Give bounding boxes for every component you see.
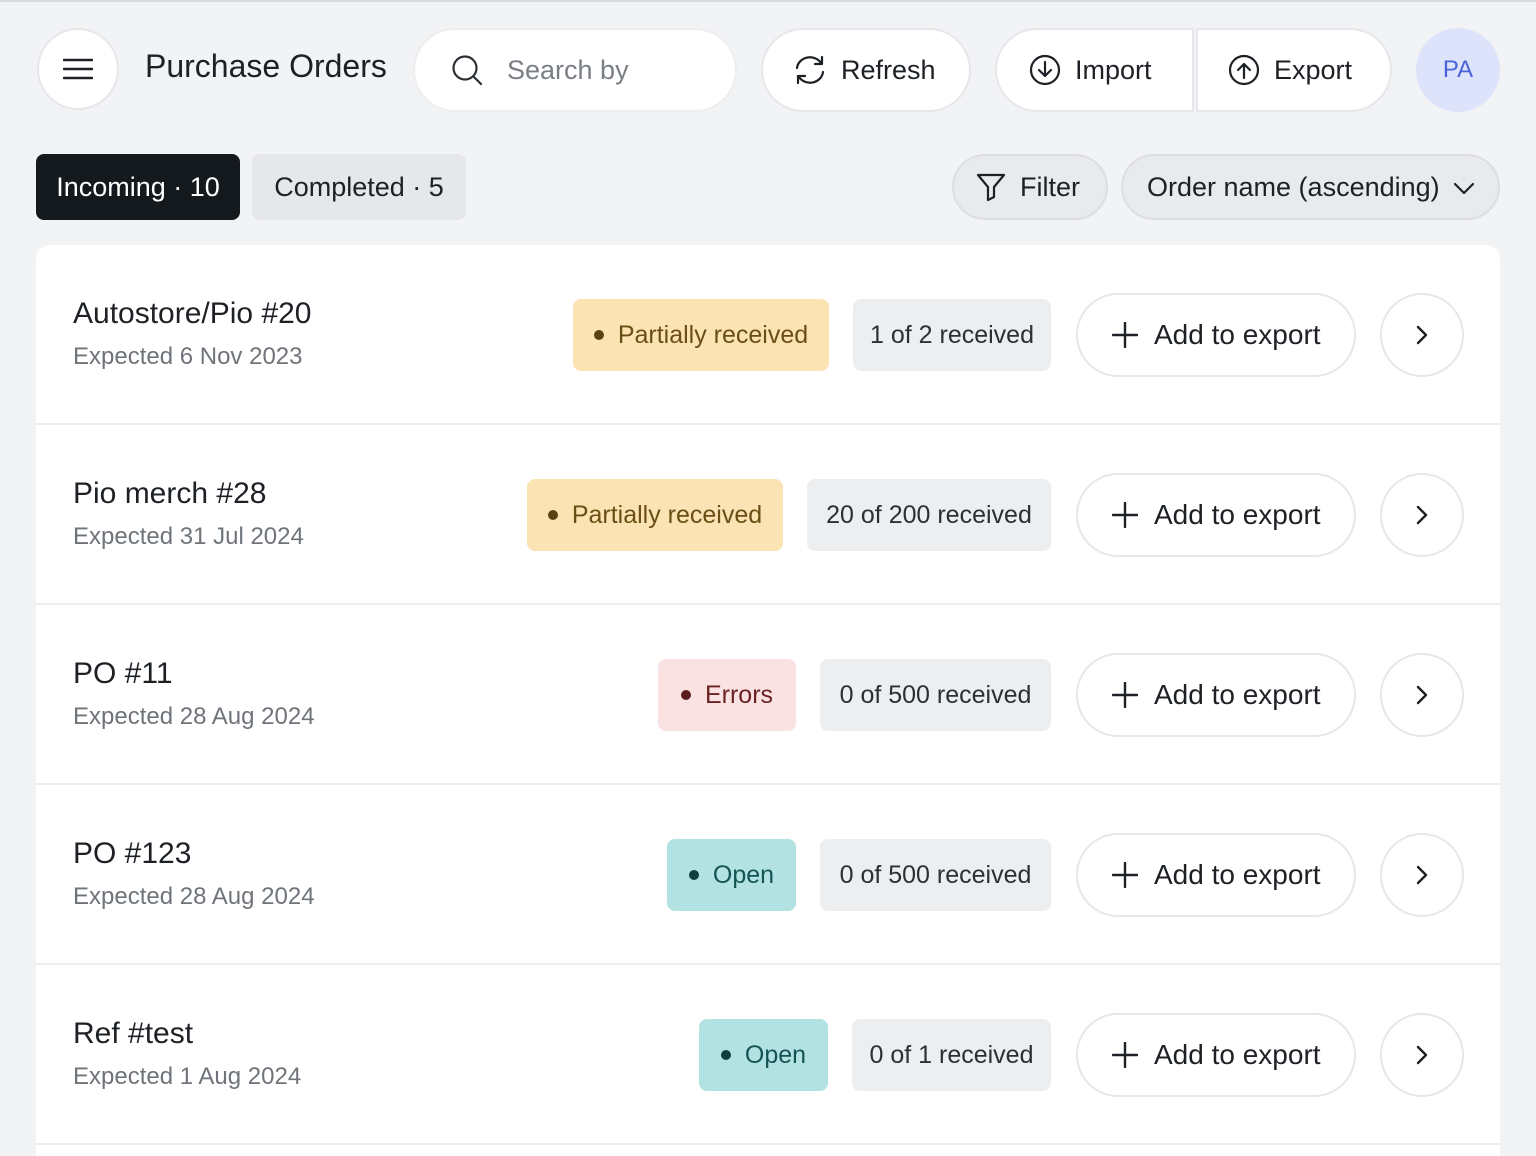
sort-dropdown[interactable]: Order name (ascending) [1121, 154, 1500, 220]
status-label: Partially received [617, 320, 809, 349]
tab-completed[interactable]: Completed · 5 [252, 154, 466, 220]
top-bar: Purchase Orders Refresh Import Export PA [0, 2, 1536, 138]
plus-icon [1112, 682, 1138, 708]
chevron-right-icon [1416, 505, 1428, 525]
status-badge: Partially received [573, 299, 829, 371]
export-icon [1228, 54, 1260, 86]
order-name: PO #11 [73, 657, 173, 690]
add-to-export-label: Add to export [1154, 499, 1321, 530]
add-to-export-label: Add to export [1154, 1039, 1321, 1070]
received-count-badge: 20 of 200 received [807, 479, 1051, 551]
filter-funnel-icon [976, 173, 1006, 202]
add-to-export-button[interactable]: Add to export [1076, 653, 1356, 737]
status-label: Partially received [571, 500, 763, 529]
status-label: Open [712, 860, 775, 889]
received-count-badge: 1 of 2 received [853, 299, 1051, 371]
order-expected-date: Expected 28 Aug 2024 [73, 883, 315, 910]
order-row[interactable]: PO #11 Expected 28 Aug 2024 Errors 0 of … [36, 605, 1500, 785]
hamburger-menu-icon [63, 58, 93, 80]
search-icon [452, 55, 483, 86]
received-count-badge: 0 of 500 received [820, 839, 1051, 911]
status-dot-icon [547, 510, 558, 520]
received-count-badge: 0 of 500 received [820, 659, 1051, 731]
plus-icon [1112, 862, 1138, 888]
search-box[interactable] [413, 28, 737, 112]
order-name: Ref #test [73, 1017, 194, 1050]
order-expected-date: Expected 31 Jul 2024 [73, 523, 304, 550]
order-expected-date: Expected 1 Aug 2024 [73, 1063, 302, 1090]
add-to-export-button[interactable]: Add to export [1076, 1013, 1356, 1097]
order-name: Pio merch #28 [73, 477, 267, 510]
status-badge: Open [699, 1019, 828, 1091]
status-label: Errors [704, 680, 774, 709]
plus-icon [1112, 502, 1138, 528]
plus-icon [1112, 322, 1138, 348]
add-to-export-label: Add to export [1154, 319, 1321, 350]
chevron-down-icon [1453, 182, 1475, 195]
add-to-export-button[interactable]: Add to export [1076, 833, 1356, 917]
refresh-button[interactable]: Refresh [761, 28, 971, 112]
order-expected-date: Expected 28 Aug 2024 [73, 703, 315, 730]
tab-incoming[interactable]: Incoming · 10 [36, 154, 240, 220]
order-row[interactable]: PO #123 Expected 28 Aug 2024 Open 0 of 5… [36, 785, 1500, 965]
user-avatar[interactable]: PA [1416, 28, 1500, 112]
filter-label: Filter [1020, 171, 1080, 202]
order-row[interactable]: Ref #test Expected 1 Aug 2024 Open 0 of … [36, 965, 1500, 1145]
page-title: Purchase Orders [145, 48, 387, 84]
status-dot-icon [720, 1050, 731, 1060]
chevron-right-icon [1416, 865, 1428, 885]
open-order-button[interactable] [1380, 653, 1464, 737]
add-to-export-label: Add to export [1154, 679, 1321, 710]
add-to-export-label: Add to export [1154, 859, 1321, 890]
received-count-badge: 0 of 1 received [852, 1019, 1051, 1091]
import-icon [1029, 54, 1061, 86]
purchase-order-list: Autostore/Pio #20 Expected 6 Nov 2023 Pa… [36, 245, 1500, 1156]
sort-value: Order name (ascending) [1147, 171, 1440, 202]
menu-button[interactable] [37, 28, 119, 110]
refresh-label: Refresh [841, 54, 936, 85]
order-row[interactable]: Autostore/Pio #20 Expected 6 Nov 2023 Pa… [36, 245, 1500, 425]
status-badge: Open [667, 839, 796, 911]
open-order-button[interactable] [1380, 1013, 1464, 1097]
import-label: Import [1075, 54, 1152, 85]
search-input[interactable] [507, 54, 637, 86]
export-button[interactable]: Export [1196, 28, 1392, 112]
add-to-export-button[interactable]: Add to export [1076, 473, 1356, 557]
chevron-right-icon [1416, 685, 1428, 705]
chevron-right-icon [1416, 325, 1428, 345]
refresh-icon [795, 55, 825, 85]
open-order-button[interactable] [1380, 833, 1464, 917]
order-row[interactable]: Pio merch #28 Expected 31 Jul 2024 Parti… [36, 425, 1500, 605]
order-name: Autostore/Pio #20 [73, 297, 312, 330]
plus-icon [1112, 1042, 1138, 1068]
filter-button[interactable]: Filter [952, 154, 1108, 220]
status-badge: Errors [658, 659, 796, 731]
import-button[interactable]: Import [995, 28, 1194, 112]
status-badge: Partially received [527, 479, 783, 551]
add-to-export-button[interactable]: Add to export [1076, 293, 1356, 377]
order-expected-date: Expected 6 Nov 2023 [73, 343, 303, 370]
chevron-right-icon [1416, 1045, 1428, 1065]
status-dot-icon [680, 690, 691, 700]
status-label: Open [744, 1040, 807, 1069]
status-dot-icon [688, 870, 699, 880]
order-name: PO #123 [73, 837, 192, 870]
export-label: Export [1274, 54, 1353, 85]
open-order-button[interactable] [1380, 473, 1464, 557]
open-order-button[interactable] [1380, 293, 1464, 377]
status-dot-icon [593, 330, 604, 340]
